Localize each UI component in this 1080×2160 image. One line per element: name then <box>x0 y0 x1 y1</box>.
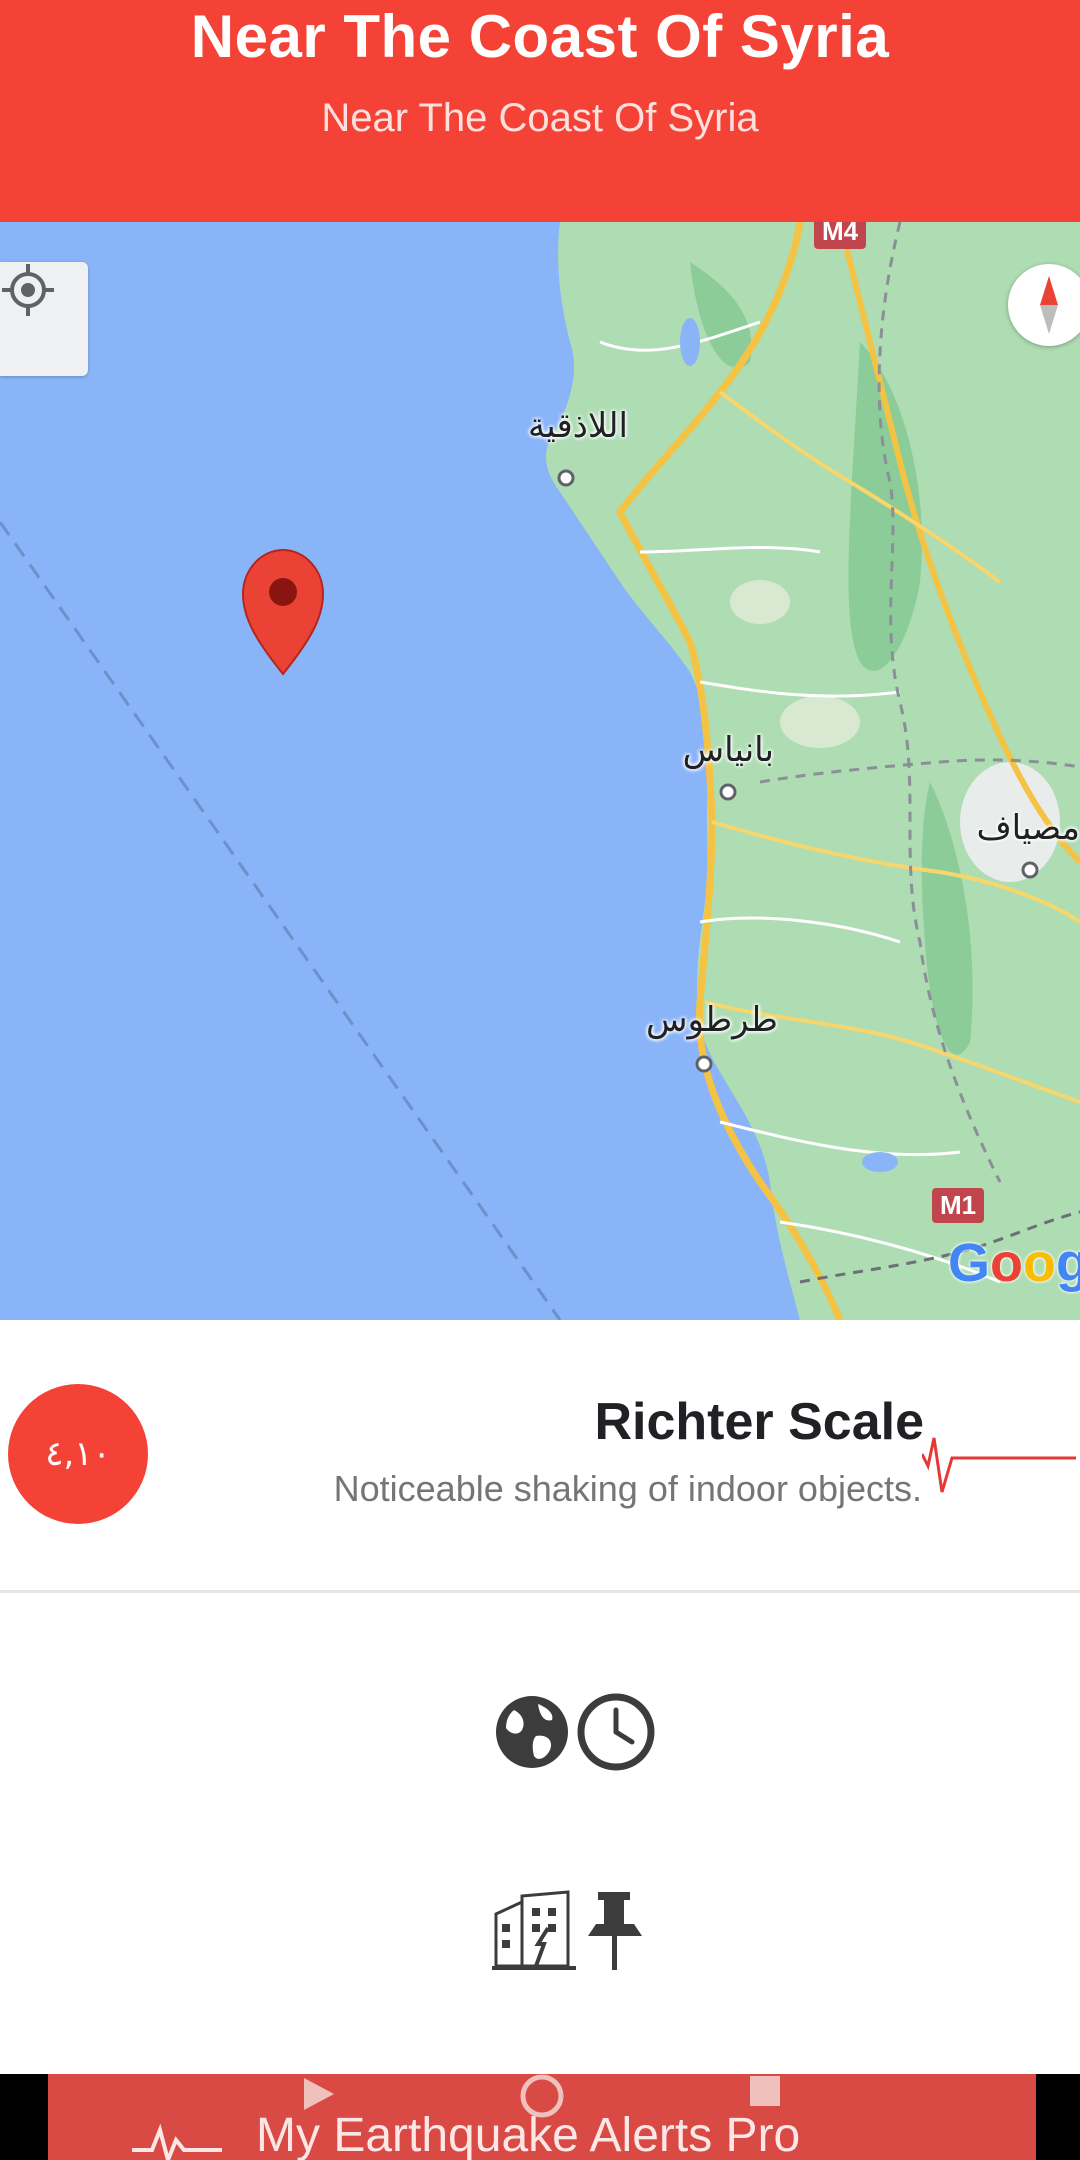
my-location-icon <box>2 264 54 316</box>
scale-title: Richter Scale <box>594 1393 925 1451</box>
google-attribution: Goog <box>948 1233 1080 1293</box>
compass-button[interactable] <box>1008 264 1080 346</box>
nav-home-icon[interactable] <box>518 2074 566 2122</box>
map-marker-icon <box>241 548 325 676</box>
map-canvas <box>0 222 1080 1320</box>
lake <box>680 318 700 366</box>
clock-icon <box>577 1693 655 1771</box>
road-shield-m4: M4 <box>814 222 867 249</box>
road-shield-m1: M1 <box>932 1188 985 1223</box>
city-dot-masyaf <box>1021 861 1039 879</box>
damage-pin-row[interactable] <box>492 1888 650 1972</box>
city-label-latakia: اللاذقية <box>528 406 628 446</box>
app-header: Near The Coast Of Syria Near The Coast O… <box>0 0 1080 222</box>
city-dot-baniyas <box>719 783 737 801</box>
seismograph-logo-icon <box>132 2123 222 2160</box>
section-divider <box>0 1590 1080 1593</box>
city-label-baniyas: بانياس <box>682 730 774 770</box>
compass-icon <box>1040 276 1058 334</box>
scale-description: Noticeable shaking of indoor objects. <box>333 1468 922 1509</box>
lake-2 <box>862 1152 898 1172</box>
nav-back-icon[interactable] <box>300 2074 340 2114</box>
map-view[interactable]: اللاذقية بانياس مصياف طرطوس M4 M1 Goog <box>0 222 1080 1320</box>
city-label-masyaf: مصياف <box>976 808 1080 848</box>
damaged-building-icon <box>492 1890 576 1970</box>
my-location-button[interactable] <box>0 262 88 376</box>
pushpin-icon <box>588 1892 642 1970</box>
city-dot-tartus <box>695 1055 713 1073</box>
magnitude-badge: ٤,١٠ <box>8 1384 148 1524</box>
city-dot-latakia <box>557 469 575 487</box>
location-title: Near The Coast Of Syria <box>190 3 890 70</box>
location-subtitle: Near The Coast Of Syria <box>321 96 759 140</box>
city-label-tartus: طرطوس <box>646 1000 778 1040</box>
urban-area <box>730 580 790 624</box>
seismograph-icon <box>922 1437 1076 1493</box>
urban-area-2 <box>780 696 860 748</box>
globe-icon <box>496 1696 568 1768</box>
nav-recents-icon[interactable] <box>748 2074 784 2110</box>
time-location-row[interactable] <box>492 1692 656 1772</box>
